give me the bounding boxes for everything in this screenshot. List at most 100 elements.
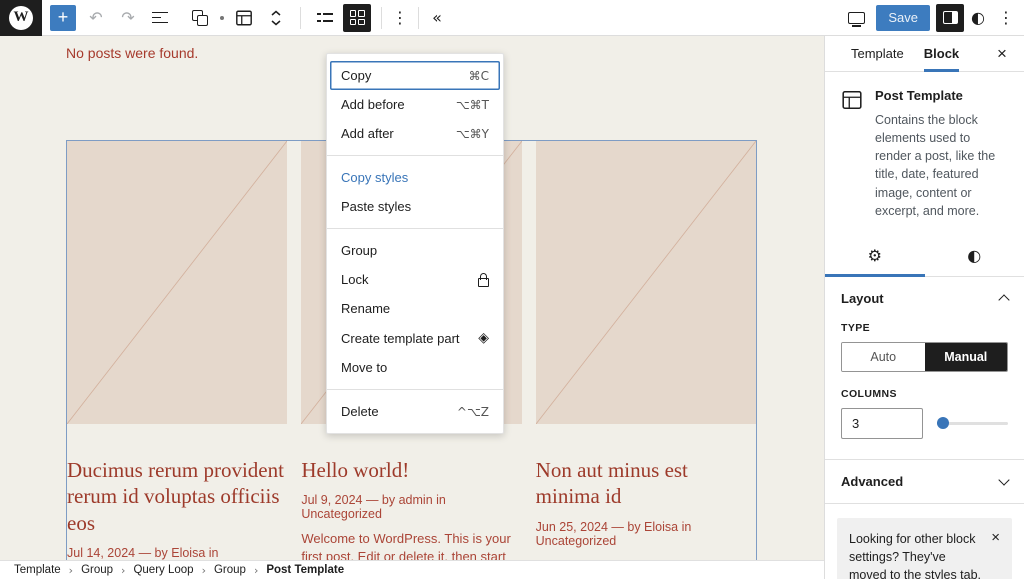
post-meta: Jul 9, 2024 — by admin in Uncategorized (301, 493, 521, 521)
block-title: Post Template (875, 88, 1008, 103)
menu-item-copy-styles[interactable]: Copy styles (327, 163, 503, 192)
collapse-icon: « (432, 8, 442, 27)
menu-item-lock[interactable]: Lock (327, 265, 503, 294)
styles-icon: ◐ (971, 8, 985, 27)
block-switcher-button[interactable] (230, 4, 258, 32)
layout-title: Layout (841, 291, 884, 306)
toolbar-separator (300, 7, 301, 29)
block-breadcrumb: Template › Group › Query Loop › Group › … (0, 560, 824, 579)
breadcrumb-post-template: Post Template (266, 564, 344, 576)
post-title[interactable]: Ducimus rerum provident rerum id volupta… (67, 457, 287, 536)
menu-item-add-after[interactable]: Add after ⌥⌘Y (327, 119, 503, 148)
menu-item-rename[interactable]: Rename (327, 294, 503, 323)
advanced-panel-header[interactable]: Advanced (841, 474, 1008, 489)
tab-block[interactable]: Block (914, 36, 969, 72)
chevron-right-icon: › (69, 564, 73, 577)
block-options-menu: Copy ⌘C Add before ⌥⌘T Add after ⌥⌘Y Cop… (326, 53, 504, 434)
menu-item-add-before[interactable]: Add before ⌥⌘T (327, 90, 503, 119)
breadcrumb-query-loop[interactable]: Query Loop (133, 564, 193, 576)
settings-sidebar-toggle[interactable] (936, 4, 964, 32)
dismiss-notice-button[interactable]: × (991, 530, 1000, 546)
block-mover-button[interactable] (262, 4, 290, 32)
redo-button[interactable]: ↷ (114, 4, 142, 32)
styles-icon: ◐ (967, 246, 981, 265)
post-excerpt: Welcome to WordPress. This is your first… (301, 530, 521, 560)
post-template-icon (235, 9, 253, 27)
close-icon: × (997, 44, 1007, 63)
plus-icon: + (58, 7, 69, 28)
block-options-button[interactable]: ⋮ (386, 4, 414, 32)
menu-item-move-to[interactable]: Move to (327, 353, 503, 382)
sidebar-tabs: Template Block × (825, 36, 1024, 72)
wordpress-logo[interactable]: W (0, 0, 42, 36)
settings-moved-notice: Looking for other block settings? They'v… (837, 518, 1012, 579)
menu-item-delete[interactable]: Delete ^⌥Z (327, 397, 503, 426)
ellipsis-icon: ⋮ (392, 8, 408, 27)
menu-separator (327, 228, 503, 229)
list-view-layout-button[interactable] (311, 4, 339, 32)
inserter-button[interactable]: + (50, 5, 76, 31)
template-part-icon: ◈ (478, 330, 489, 346)
columns-input[interactable] (841, 408, 923, 439)
settings-sidebar: Template Block × Post Template Contains … (824, 36, 1024, 579)
type-label: TYPE (841, 322, 1008, 334)
type-option-auto[interactable]: Auto (842, 343, 925, 371)
tab-template[interactable]: Template (841, 36, 914, 72)
breadcrumb-group-2[interactable]: Group (214, 564, 246, 576)
post-card[interactable]: Ducimus rerum provident rerum id volupta… (67, 141, 287, 560)
columns-slider[interactable] (937, 417, 1008, 429)
toolbar-separator (418, 7, 419, 29)
lock-icon (478, 278, 489, 287)
grid-view-icon (350, 10, 365, 25)
more-options-button[interactable]: ⋮ (992, 4, 1020, 32)
post-card[interactable]: Non aut minus est minima id Jun 25, 2024… (536, 141, 756, 560)
menu-item-group[interactable]: Group (327, 236, 503, 265)
wordpress-icon: W (9, 6, 33, 30)
breadcrumb-group[interactable]: Group (81, 564, 113, 576)
tab-styles[interactable]: ◐ (925, 236, 1024, 276)
block-card: Post Template Contains the block element… (825, 72, 1024, 236)
layout-panel-header[interactable]: Layout (841, 291, 1008, 306)
no-posts-message: No posts were found. (66, 45, 198, 61)
select-parent-button[interactable] (186, 4, 214, 32)
redo-icon: ↷ (121, 8, 134, 27)
move-up-down-icon (269, 9, 283, 27)
shortcut-label: ⌥⌘T (456, 98, 489, 112)
post-title[interactable]: Hello world! (301, 457, 521, 483)
featured-image-placeholder (536, 141, 756, 424)
chevron-right-icon: › (121, 564, 125, 577)
slider-thumb[interactable] (937, 417, 949, 429)
undo-icon: ↶ (89, 8, 102, 27)
styles-button[interactable]: ◐ (964, 4, 992, 32)
tab-settings[interactable]: ⚙ (825, 236, 925, 276)
sidebar-icon (943, 11, 958, 24)
menu-item-copy[interactable]: Copy ⌘C (330, 61, 500, 90)
document-overview-button[interactable] (146, 4, 174, 32)
post-title[interactable]: Non aut minus est minima id (536, 457, 756, 510)
post-meta: Jun 25, 2024 — by Eloisa in Uncategorize… (536, 520, 756, 548)
close-sidebar-button[interactable]: × (988, 40, 1016, 68)
post-meta: Jul 14, 2024 — by Eloisa in Uncategorize… (67, 546, 287, 560)
breadcrumb-template[interactable]: Template (14, 564, 61, 576)
columns-label: COLUMNS (841, 388, 1008, 400)
monitor-icon (848, 12, 865, 24)
notice-text: Looking for other block settings? They'v… (849, 530, 985, 579)
view-preview-button[interactable] (842, 4, 870, 32)
block-description: Contains the block elements used to rend… (875, 111, 1008, 220)
menu-separator (327, 155, 503, 156)
chevron-down-icon (998, 474, 1009, 485)
grid-view-layout-button[interactable] (343, 4, 371, 32)
collapse-toolbar-button[interactable]: « (423, 4, 451, 32)
chevron-right-icon: › (254, 564, 258, 577)
chevron-up-icon (998, 295, 1009, 306)
menu-separator (327, 389, 503, 390)
undo-button[interactable]: ↶ (82, 4, 110, 32)
featured-image-placeholder (67, 141, 287, 424)
type-option-manual[interactable]: Manual (925, 343, 1008, 371)
shortcut-label: ^⌥Z (457, 405, 489, 419)
menu-item-paste-styles[interactable]: Paste styles (327, 192, 503, 221)
save-button[interactable]: Save (876, 5, 930, 31)
drag-handle-icon[interactable] (220, 16, 224, 20)
menu-item-create-template-part[interactable]: Create template part ◈ (327, 323, 503, 353)
list-view-icon (317, 12, 333, 23)
